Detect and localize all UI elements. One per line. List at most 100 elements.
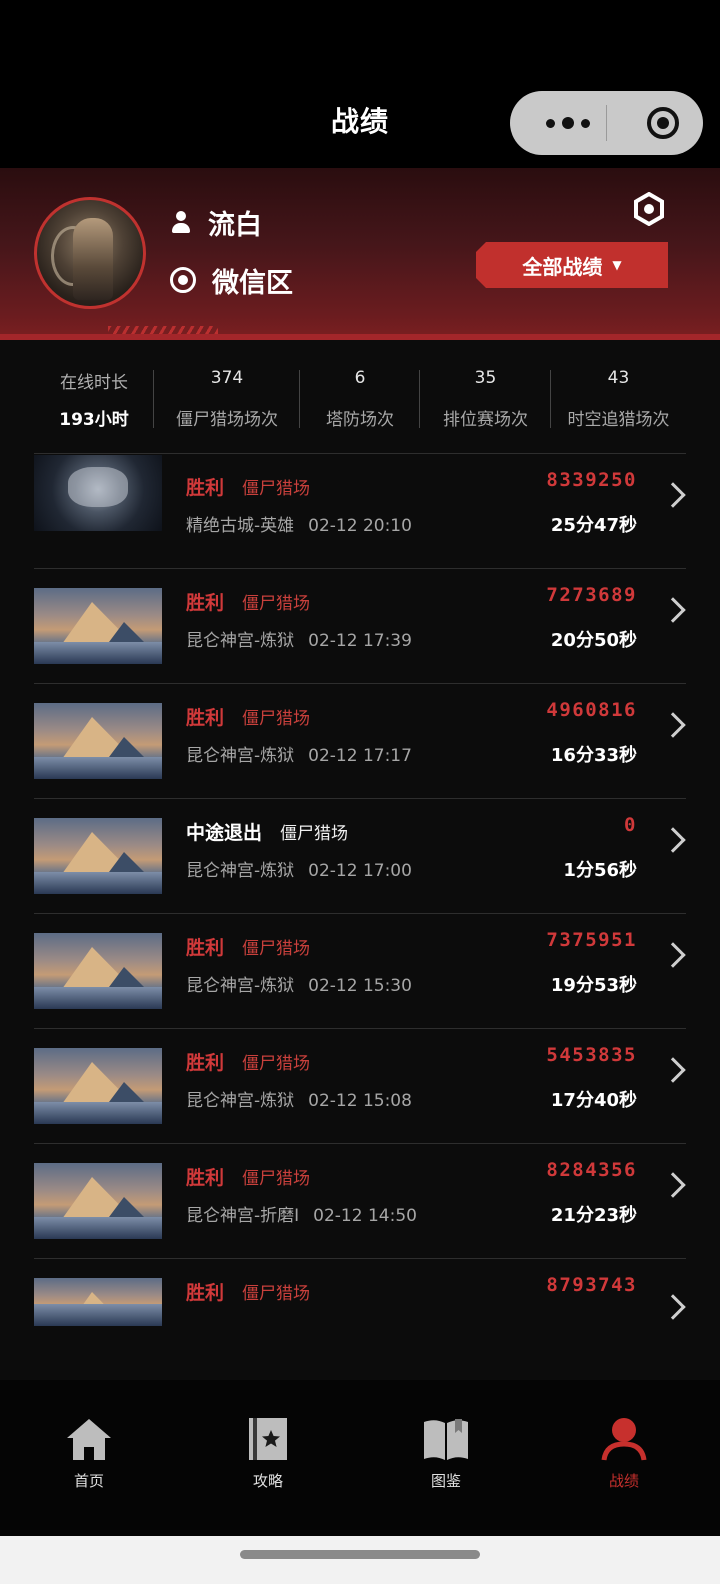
chevron-right-icon — [660, 1172, 686, 1198]
match-record-list: 胜利 僵尸猎场 精绝古城-英雄 02-12 20:10 8339250 25分47秒… — [0, 453, 720, 1343]
match-result: 胜利 — [186, 1281, 225, 1304]
match-duration: 17分40秒 — [550, 1090, 637, 1111]
tab-label: 战绩 — [608, 1472, 639, 1490]
map-thumbnail — [34, 1278, 162, 1326]
stat-value: 6 — [354, 368, 366, 388]
system-gesture-area — [0, 1536, 720, 1584]
match-score: 8793743 — [546, 1274, 637, 1296]
zone-row: 微信区 — [170, 262, 293, 299]
tab-label: 图鉴 — [430, 1472, 461, 1490]
more-icon[interactable] — [538, 91, 598, 155]
zone-name: 微信区 — [212, 267, 293, 299]
match-score: 0 — [624, 814, 637, 836]
user-icon — [170, 210, 192, 234]
stat-tower-count: 6 塔防场次 — [300, 368, 420, 430]
stat-ranked-count: 35 排位赛场次 — [420, 368, 551, 430]
match-record-row[interactable]: 胜利 僵尸猎场 昆仑神宫-折磨I 02-12 14:50 8284356 21分23… — [0, 1143, 720, 1258]
all-records-filter-button[interactable]: 全部战绩 ▼ — [476, 242, 668, 288]
stat-online-time: 在线时长 193小时 — [34, 368, 154, 430]
tab-codex[interactable]: 图鉴 — [396, 1416, 496, 1500]
settings-icon[interactable] — [632, 192, 666, 226]
match-result: 胜利 — [186, 706, 225, 729]
map-name: 昆仑神宫-炼狱 — [186, 746, 295, 766]
map-thumbnail — [34, 933, 162, 1009]
match-mode: 僵尸猎场 — [242, 593, 311, 614]
stat-zombie-count: 374 僵尸猎场场次 — [154, 368, 300, 430]
chevron-right-icon — [660, 1294, 686, 1320]
match-record-row[interactable]: 中途退出 僵尸猎场 昆仑神宫-炼狱 02-12 17:00 0 1分56秒 — [0, 798, 720, 913]
match-record-row[interactable]: 胜利 僵尸猎场 精绝古城-英雄 02-12 20:10 8339250 25分47秒 — [0, 453, 720, 568]
stat-label: 时空追猎场次 — [567, 410, 670, 430]
capsule-divider — [606, 105, 607, 141]
map-thumbnail — [34, 588, 162, 664]
tab-home[interactable]: 首页 — [39, 1416, 139, 1500]
map-thumbnail — [34, 1163, 162, 1239]
match-score: 7273689 — [546, 584, 637, 606]
tab-guide[interactable]: 攻略 — [218, 1416, 318, 1500]
match-record-row[interactable]: 胜利 僵尸猎场 8793743 — [0, 1258, 720, 1343]
match-score: 8284356 — [546, 1159, 637, 1181]
match-result: 中途退出 — [186, 821, 263, 844]
top-nav-bar: 战绩 — [0, 0, 720, 168]
match-mode: 僵尸猎场 — [242, 938, 311, 959]
match-time: 02-12 17:17 — [308, 746, 412, 766]
match-time: 02-12 15:08 — [308, 1091, 412, 1111]
chevron-right-icon — [660, 827, 686, 853]
miniprogram-capsule — [510, 91, 703, 155]
stat-value: 193小时 — [59, 410, 129, 430]
match-mode: 僵尸猎场 — [242, 1168, 311, 1189]
chevron-right-icon — [660, 1057, 686, 1083]
codex-icon — [424, 1419, 468, 1460]
map-thumbnail — [34, 455, 162, 531]
map-name: 昆仑神宫-折磨I — [186, 1206, 300, 1226]
match-duration: 25分47秒 — [550, 515, 637, 536]
home-icon — [67, 1419, 111, 1460]
match-score: 4960816 — [546, 699, 637, 721]
map-name: 精绝古城-英雄 — [186, 516, 295, 536]
zone-icon — [170, 267, 196, 293]
match-time: 02-12 20:10 — [308, 516, 412, 536]
close-miniprogram-icon[interactable] — [647, 107, 679, 139]
match-score: 5453835 — [546, 1044, 637, 1066]
chevron-right-icon — [660, 712, 686, 738]
chevron-down-icon: ▼ — [612, 258, 622, 272]
match-time: 02-12 15:30 — [308, 976, 412, 996]
stat-label: 排位赛场次 — [443, 410, 528, 430]
username: 流白 — [208, 209, 262, 241]
stat-timehunt-count: 43 时空追猎场次 — [551, 368, 686, 430]
home-indicator[interactable] — [240, 1550, 480, 1559]
match-record-row[interactable]: 胜利 僵尸猎场 昆仑神宫-炼狱 02-12 15:30 7375951 19分53秒 — [0, 913, 720, 1028]
match-record-row[interactable]: 胜利 僵尸猎场 昆仑神宫-炼狱 02-12 15:08 5453835 17分40秒 — [0, 1028, 720, 1143]
match-score: 7375951 — [546, 929, 637, 951]
username-row: 流白 — [170, 204, 262, 241]
stat-value: 43 — [607, 368, 630, 388]
match-result: 胜利 — [186, 1166, 225, 1189]
match-duration: 16分33秒 — [550, 745, 637, 766]
match-record-row[interactable]: 胜利 僵尸猎场 昆仑神宫-炼狱 02-12 17:39 7273689 20分50秒 — [0, 568, 720, 683]
match-duration: 21分23秒 — [550, 1205, 637, 1226]
stats-summary: 在线时长 193小时 374 僵尸猎场场次 6 塔防场次 35 排位赛场次 43… — [34, 368, 686, 438]
guide-icon — [249, 1418, 287, 1460]
match-duration: 1分56秒 — [563, 860, 637, 881]
match-duration: 19分53秒 — [550, 975, 637, 996]
stat-value: 35 — [474, 368, 497, 388]
match-result: 胜利 — [186, 591, 225, 614]
chevron-right-icon — [660, 597, 686, 623]
match-mode: 僵尸猎场 — [242, 1283, 311, 1304]
records-content: 在线时长 193小时 374 僵尸猎场场次 6 塔防场次 35 排位赛场次 43… — [0, 340, 720, 1380]
match-duration: 20分50秒 — [550, 630, 637, 651]
decorative-hatch — [108, 326, 218, 334]
map-name: 昆仑神宫-炼狱 — [186, 976, 295, 996]
match-record-row[interactable]: 胜利 僵尸猎场 昆仑神宫-炼狱 02-12 17:17 4960816 16分33秒 — [0, 683, 720, 798]
match-mode: 僵尸猎场 — [280, 823, 349, 844]
profile-header: 流白 微信区 全部战绩 ▼ — [0, 168, 720, 340]
map-name: 昆仑神宫-炼狱 — [186, 861, 295, 881]
tab-records[interactable]: 战绩 — [574, 1416, 674, 1500]
map-name: 昆仑神宫-炼狱 — [186, 1091, 295, 1111]
stat-label: 塔防场次 — [326, 410, 394, 430]
match-mode: 僵尸猎场 — [242, 1053, 311, 1074]
match-time: 02-12 14:50 — [313, 1206, 417, 1226]
match-result: 胜利 — [186, 476, 225, 499]
record-icon — [601, 1418, 647, 1461]
tab-label: 攻略 — [252, 1472, 283, 1490]
